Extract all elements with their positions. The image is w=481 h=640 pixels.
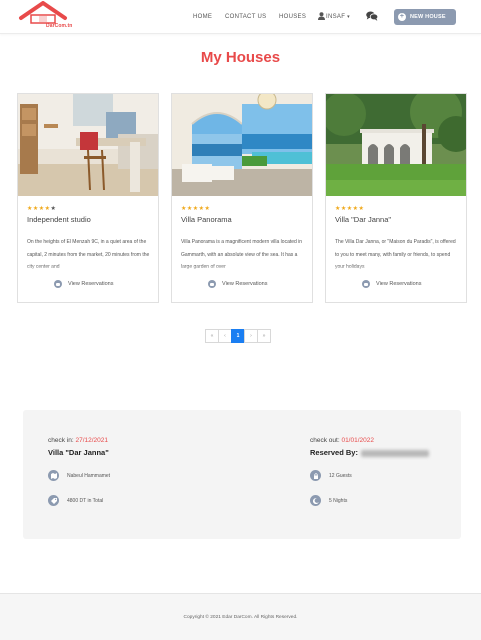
price-text: 4800 DT in Total bbox=[67, 497, 104, 504]
nights-text: 5 Nights bbox=[329, 497, 348, 504]
nav-contact-link[interactable]: CONTACT US bbox=[225, 14, 266, 20]
view-reservations-link[interactable]: View Reservations bbox=[362, 280, 421, 288]
house-image[interactable] bbox=[18, 94, 158, 196]
checkin-label: check in: bbox=[48, 437, 74, 444]
checkout-label: check out: bbox=[310, 437, 340, 444]
new-house-label: NEW HOUSE bbox=[410, 14, 446, 20]
house-image[interactable] bbox=[172, 94, 312, 196]
view-reservations-link[interactable]: View Reservations bbox=[208, 280, 267, 288]
reserved-by-label: Reserved By: bbox=[310, 448, 358, 457]
house-description: The Villa Dar Janna, or "Maison du Parad… bbox=[335, 236, 459, 273]
price-row: 4800 DT in Total bbox=[48, 495, 103, 506]
user-icon bbox=[318, 12, 325, 20]
house-title: Villa "Dar Janna" bbox=[335, 215, 392, 224]
plus-icon: + bbox=[398, 13, 406, 21]
map-icon bbox=[48, 470, 59, 481]
house-image[interactable] bbox=[326, 94, 466, 196]
caret-down-icon: ▾ bbox=[347, 14, 350, 20]
rating-stars: ★★★★★ bbox=[181, 206, 211, 212]
rating-stars: ★★★★★ bbox=[27, 205, 56, 212]
nav-houses-link[interactable]: HOUSES bbox=[279, 14, 306, 20]
comments-icon[interactable] bbox=[366, 11, 378, 21]
villa-panorama-photo bbox=[172, 94, 312, 196]
logo[interactable]: DarCom.tn bbox=[18, 1, 72, 32]
nights-row: 5 Nights bbox=[310, 495, 347, 506]
comment-icon bbox=[362, 280, 370, 288]
next-page-button[interactable]: › bbox=[244, 329, 258, 343]
pagination: « ‹ 1 › » bbox=[205, 329, 271, 343]
house-card[interactable]: ★★★★★ Villa "Dar Janna" The Villa Dar Ja… bbox=[325, 93, 467, 303]
location-text: Nabeul Hammamet bbox=[67, 472, 111, 479]
view-reservations-label: View Reservations bbox=[68, 281, 114, 287]
reserved-by-name-blurred bbox=[360, 449, 429, 457]
comment-icon bbox=[54, 280, 62, 288]
view-reservations-link[interactable]: View Reservations bbox=[54, 280, 113, 288]
house-card[interactable]: ★★★★★ Villa Panorama Villa Panorama is a… bbox=[171, 93, 313, 303]
prev-page-button[interactable]: ‹ bbox=[218, 329, 232, 343]
comment-icon bbox=[208, 280, 216, 288]
last-page-button[interactable]: » bbox=[257, 329, 271, 343]
guests-text: 12 Guests bbox=[329, 472, 352, 479]
user-menu-dropdown[interactable]: INSAF ▾ bbox=[326, 14, 350, 20]
view-reservations-label: View Reservations bbox=[376, 281, 422, 287]
reservation-card: check in: 27/12/2021 Villa "Dar Janna" c… bbox=[23, 410, 461, 539]
location-row: Nabeul Hammamet bbox=[48, 470, 110, 481]
house-description: Villa Panorama is a magnificent modern v… bbox=[181, 236, 305, 273]
logo-text: DarCom.tn bbox=[46, 23, 73, 29]
page-1-button[interactable]: 1 bbox=[231, 329, 245, 343]
copyright-text: Copyright © 2021 Edar DarCom. All Rights… bbox=[183, 615, 298, 620]
tag-icon bbox=[48, 495, 59, 506]
navbar: DarCom.tn HOME CONTACT US HOUSES INSAF ▾… bbox=[0, 0, 481, 34]
guests-row: 12 Guests bbox=[310, 470, 352, 481]
moon-icon bbox=[310, 495, 321, 506]
studio-photo bbox=[18, 94, 158, 196]
lock-icon bbox=[310, 470, 321, 481]
nav-home-link[interactable]: HOME bbox=[193, 14, 212, 20]
rating-filled: ★★★★ bbox=[27, 206, 51, 212]
rating-stars: ★★★★★ bbox=[335, 206, 365, 212]
house-title: Independent studio bbox=[27, 215, 91, 224]
rating-empty: ★ bbox=[50, 206, 57, 212]
new-house-button[interactable]: + NEW HOUSE bbox=[394, 9, 456, 25]
checkin-date: 27/12/2021 bbox=[75, 437, 109, 444]
house-card[interactable]: ★★★★★ Independent studio On the heights … bbox=[17, 93, 159, 303]
page-title: My Houses bbox=[200, 49, 281, 66]
view-reservations-label: View Reservations bbox=[222, 281, 268, 287]
first-page-button[interactable]: « bbox=[205, 329, 219, 343]
villa-dar-janna-photo bbox=[326, 94, 466, 196]
house-title: Villa Panorama bbox=[181, 215, 232, 224]
checkin-row: check in: 27/12/2021 bbox=[48, 437, 108, 444]
checkout-date: 01/01/2022 bbox=[341, 437, 374, 444]
footer: Copyright © 2021 Edar DarCom. All Rights… bbox=[0, 593, 481, 640]
user-name: INSAF bbox=[326, 14, 346, 20]
reserved-house-name: Villa "Dar Janna" bbox=[48, 448, 109, 457]
checkout-row: check out: 01/01/2022 bbox=[310, 437, 374, 444]
house-description: On the heights of El Menzah 9C, in a qui… bbox=[27, 236, 151, 273]
reserved-by-row: Reserved By: bbox=[310, 448, 429, 457]
